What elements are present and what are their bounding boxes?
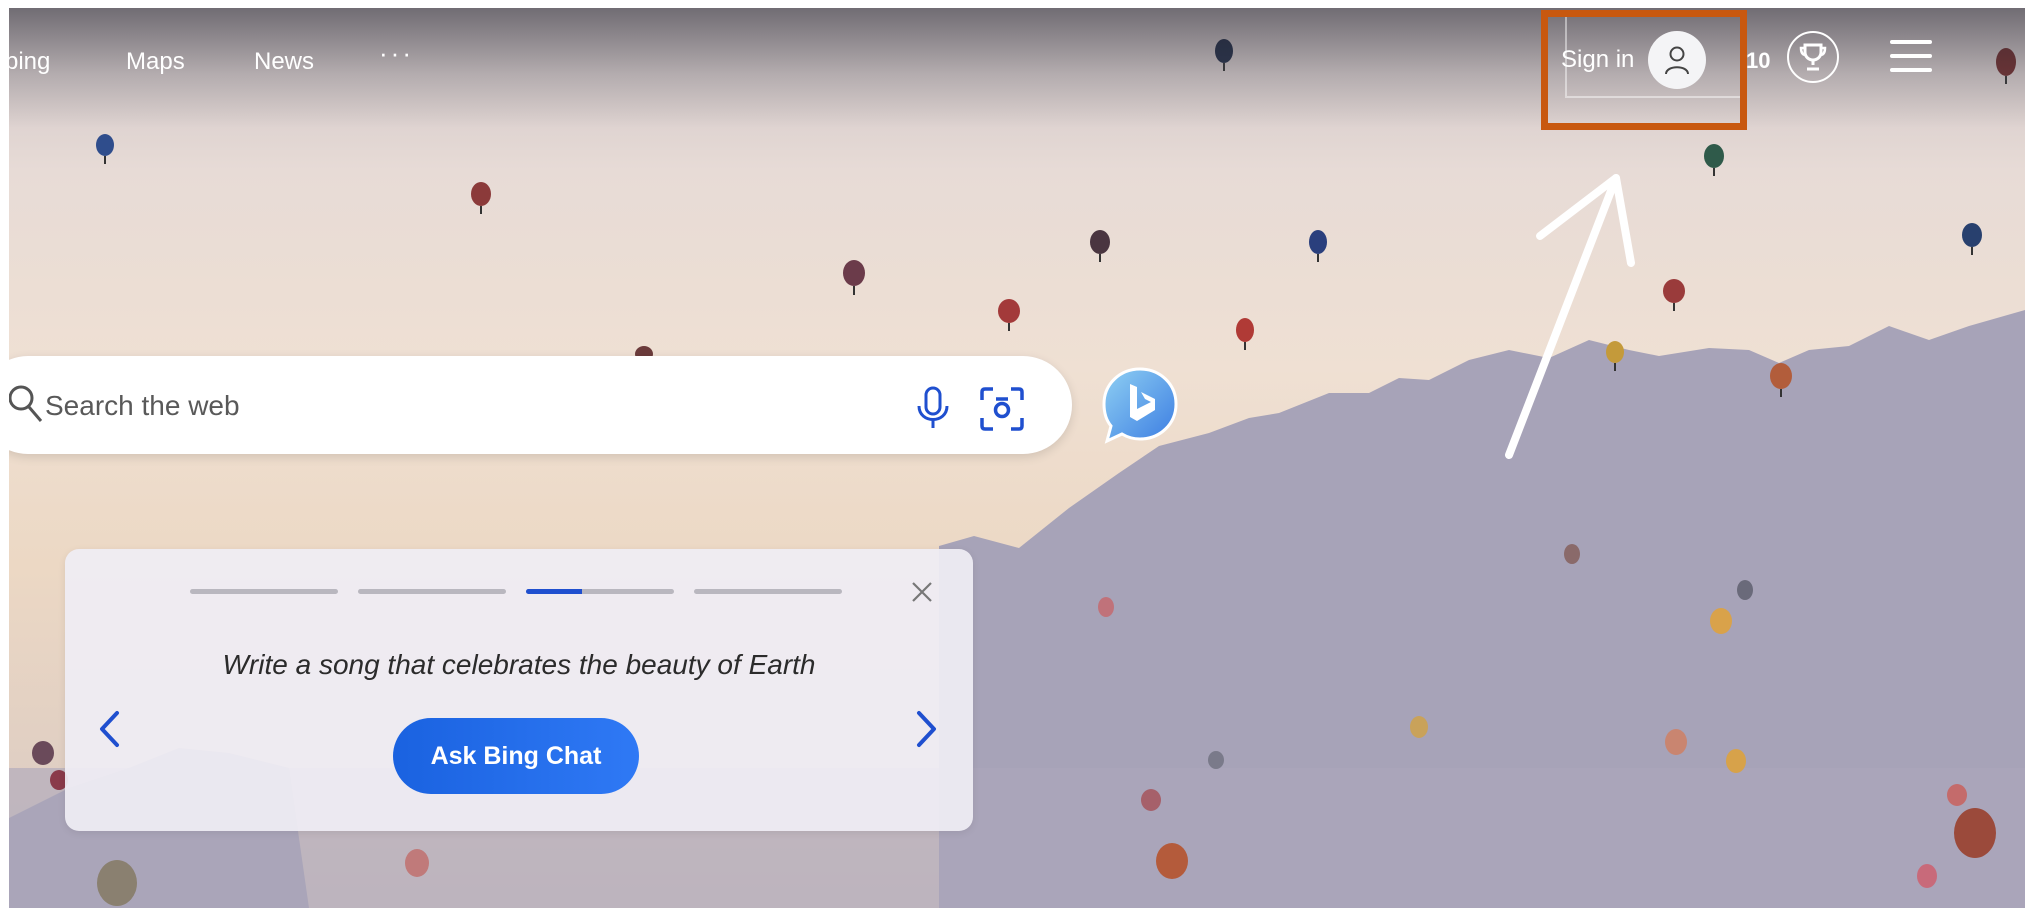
- prompt-suggestion: Write a song that celebrates the beauty …: [222, 649, 816, 680]
- search-bar[interactable]: [9, 356, 1072, 456]
- carousel-step-3[interactable]: [526, 589, 674, 594]
- carousel-step-2[interactable]: [358, 589, 506, 594]
- search-icon[interactable]: [9, 384, 47, 426]
- ask-bing-chat-button[interactable]: Ask Bing Chat: [393, 718, 639, 794]
- chevron-left-icon[interactable]: [97, 709, 121, 749]
- chevron-right-icon[interactable]: [915, 709, 939, 749]
- microphone-icon[interactable]: [914, 386, 952, 430]
- search-input[interactable]: [43, 356, 867, 456]
- carousel-step-4[interactable]: [694, 589, 842, 594]
- bing-homepage: ping Maps News ··· Sign in 10 Write a: [9, 8, 2025, 908]
- visual-search-icon[interactable]: [979, 386, 1025, 432]
- close-icon[interactable]: [911, 581, 933, 603]
- chat-prompt-card: Write a song that celebrates the beauty …: [65, 549, 973, 831]
- bing-chat-icon[interactable]: [1101, 366, 1179, 444]
- carousel-step-1[interactable]: [190, 589, 338, 594]
